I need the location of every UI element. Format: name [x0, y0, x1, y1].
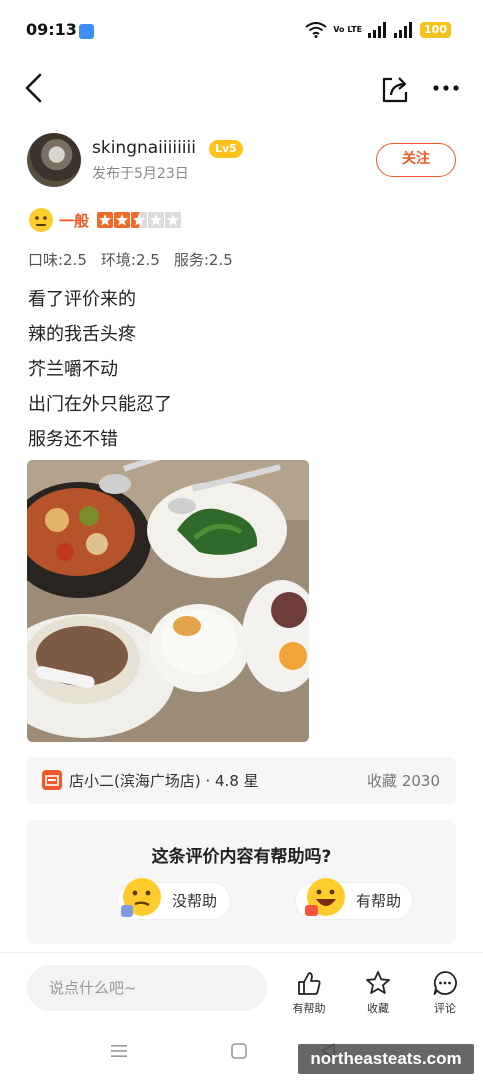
- share-icon[interactable]: [380, 74, 410, 104]
- watermark: northeasteats.com: [298, 1044, 474, 1074]
- collect-action-label: 收藏: [367, 1002, 389, 1015]
- star-icon: [148, 212, 165, 228]
- star-rating: [97, 212, 182, 228]
- comment-bubble-icon: [433, 971, 457, 995]
- level-badge: Lv5: [209, 140, 243, 158]
- sub-ratings: 口味:2.5 环境:2.5 服务:2.5: [28, 249, 233, 270]
- not-helpful-label: 没帮助: [172, 892, 218, 910]
- thinking-face-icon: [121, 878, 161, 917]
- signal-icon: [368, 22, 387, 38]
- happy-face-icon: [305, 878, 345, 916]
- comment-input[interactable]: [27, 965, 267, 1011]
- chevron-left-icon[interactable]: [22, 72, 46, 104]
- star-icon: [114, 212, 131, 228]
- review-photo[interactable]: [27, 460, 309, 742]
- not-helpful-button[interactable]: 没帮助: [117, 878, 231, 920]
- helpful-box: 这条评价内容有帮助吗? 没帮助 有帮助: [27, 820, 456, 944]
- wifi-icon: [305, 22, 327, 38]
- app-notification-icon: [79, 24, 94, 39]
- review-line: 看了评价来的: [28, 289, 136, 310]
- comment-action[interactable]: 评论: [420, 969, 470, 1016]
- volte-label: Vo LTE: [333, 25, 363, 34]
- star-icon: [366, 971, 390, 994]
- more-dots-icon[interactable]: [432, 84, 460, 92]
- review-line: 芥兰嚼不动: [28, 359, 118, 380]
- author-name[interactable]: skingnaiiiiiiii: [92, 138, 196, 158]
- avatar[interactable]: [27, 133, 81, 187]
- collect-action[interactable]: 收藏: [353, 969, 403, 1016]
- shop-card[interactable]: 店小二(滨海广场店) · 4.8 星 收藏 2030: [27, 757, 456, 804]
- star-icon: [131, 212, 148, 228]
- status-indicators: Vo LTE 100: [305, 22, 451, 38]
- sub-rating-environment: 环境:2.5: [100, 251, 160, 269]
- star-icon: [97, 212, 114, 228]
- thumbs-up-icon: [298, 972, 321, 995]
- shop-name[interactable]: 店小二(滨海广场店) · 4.8 星: [69, 770, 259, 791]
- nav-bar: [0, 62, 483, 118]
- system-nav-bar: northeasteats.com: [0, 1024, 483, 1080]
- shop-icon: [42, 770, 62, 790]
- status-time: 09:13: [26, 20, 77, 39]
- helpful-action[interactable]: 有帮助: [284, 969, 334, 1016]
- review-line: 辣的我舌头疼: [28, 324, 136, 345]
- review-line: 服务还不错: [28, 429, 118, 450]
- shop-favorites: 收藏 2030: [367, 772, 440, 790]
- food-photo-illustration: [27, 460, 309, 742]
- helpful-question: 这条评价内容有帮助吗?: [151, 847, 332, 867]
- review-text: 看了评价来的 辣的我舌头疼 芥兰嚼不动 出门在外只能忍了 服务还不错: [28, 282, 448, 457]
- helpful-button[interactable]: 有帮助: [295, 878, 413, 920]
- comment-action-label: 评论: [434, 1002, 456, 1015]
- rating-label: 一般: [59, 211, 90, 230]
- follow-button[interactable]: 关注: [376, 143, 456, 177]
- battery-indicator: 100: [420, 22, 451, 38]
- bottom-action-bar: 有帮助 收藏 评论: [0, 952, 483, 1024]
- helpful-label: 有帮助: [356, 892, 402, 910]
- star-icon: [165, 212, 182, 228]
- neutral-face-icon: [29, 208, 53, 232]
- review-line: 出门在外只能忍了: [28, 394, 172, 415]
- sub-rating-service: 服务:2.5: [173, 251, 233, 269]
- status-bar: 09:13 Vo LTE 100: [0, 0, 483, 62]
- post-date: 发布于5月23日: [92, 166, 189, 182]
- signal-icon-2: [394, 22, 413, 38]
- recent-apps-icon[interactable]: [109, 1042, 129, 1060]
- home-icon[interactable]: [230, 1042, 248, 1060]
- sub-rating-taste: 口味:2.5: [28, 251, 87, 269]
- helpful-action-label: 有帮助: [292, 1002, 326, 1015]
- rating-row: 一般: [28, 206, 182, 234]
